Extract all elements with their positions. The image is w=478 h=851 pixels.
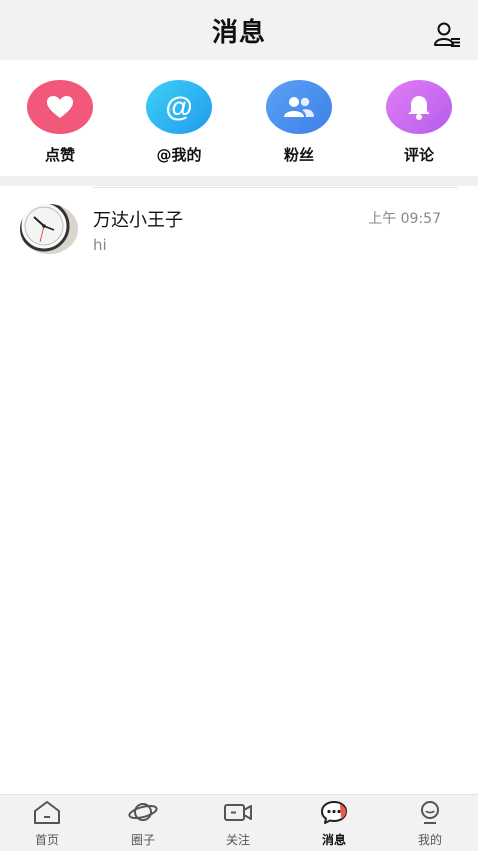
heart-icon <box>27 80 93 134</box>
section-divider <box>0 176 478 186</box>
quick-likes-label: 点赞 <box>44 146 75 164</box>
clock-avatar-icon <box>20 204 78 254</box>
bottom-tab-bar: 首页 圈子 关注 消息 我的 <box>0 794 478 851</box>
video-icon <box>224 804 252 821</box>
message-icon <box>321 801 347 824</box>
tab-messages[interactable]: 消息 <box>304 799 364 848</box>
tab-profile-label: 我的 <box>417 833 442 847</box>
bell-icon <box>386 80 452 134</box>
at-icon: @ <box>146 80 212 134</box>
quick-comments[interactable]: 评论 <box>379 80 459 165</box>
quick-actions: 点赞 @ @我的 粉丝 评论 <box>0 60 478 176</box>
home-icon <box>34 801 60 824</box>
quick-fans[interactable]: 粉丝 <box>259 80 339 165</box>
tab-circle-label: 圈子 <box>130 833 155 847</box>
planet-icon <box>128 803 158 821</box>
contacts-icon[interactable] <box>432 20 462 50</box>
quick-likes[interactable]: 点赞 <box>20 80 100 165</box>
message-time: 上午 09:57 <box>368 211 441 227</box>
conversation-row[interactable]: 万达小王子 上午 09:57 hi <box>0 188 478 266</box>
top-header: 消息 <box>0 0 478 60</box>
quick-mentions-label: @我的 <box>156 146 202 164</box>
tab-home-label: 首页 <box>34 833 59 847</box>
tab-messages-label: 消息 <box>321 833 346 847</box>
quick-comments-label: 评论 <box>403 146 434 164</box>
tab-follow[interactable]: 关注 <box>208 799 268 848</box>
tab-home[interactable]: 首页 <box>17 799 77 848</box>
tab-profile[interactable]: 我的 <box>400 799 460 848</box>
tab-follow-label: 关注 <box>225 833 250 847</box>
message-preview: hi <box>93 236 107 254</box>
quick-fans-label: 粉丝 <box>283 146 314 164</box>
avatar <box>20 204 78 254</box>
quick-mentions[interactable]: @ @我的 <box>139 80 219 165</box>
page-title: 消息 <box>211 17 266 48</box>
conversation-list: 万达小王子 上午 09:57 hi <box>0 186 478 794</box>
profile-icon <box>421 801 439 824</box>
contact-name: 万达小王子 <box>93 210 183 231</box>
fans-icon <box>266 80 332 134</box>
tab-circle[interactable]: 圈子 <box>113 799 173 848</box>
